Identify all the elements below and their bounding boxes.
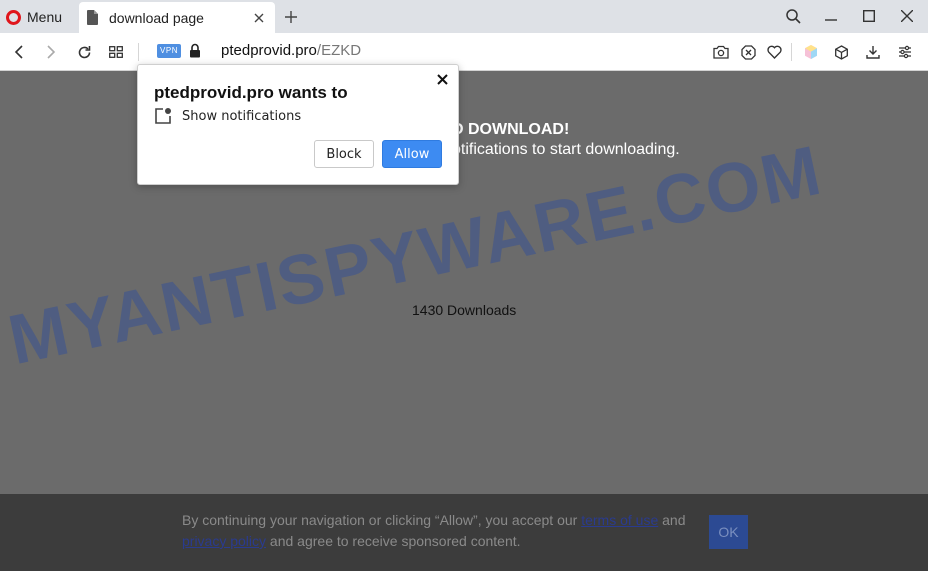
download-icon[interactable]: [862, 41, 884, 63]
url-path: /EZKD: [316, 42, 362, 59]
new-tab-button[interactable]: [280, 6, 302, 28]
ok-button[interactable]: OK: [709, 515, 748, 549]
document-icon: [87, 10, 103, 26]
reload-icon[interactable]: [73, 41, 95, 63]
toolbar-divider: [791, 43, 792, 61]
tabs-grid-icon[interactable]: [105, 41, 127, 63]
permission-row: Show notifications: [154, 107, 301, 125]
terms-of-use-link[interactable]: terms of use: [581, 512, 658, 528]
close-icon[interactable]: [434, 71, 450, 87]
tab-strip: Menu download page: [0, 0, 928, 33]
tab-title: download page: [109, 9, 204, 26]
consent-text: By continuing your navigation or clickin…: [182, 510, 702, 552]
notification-permission-dialog: ptedprovid.pro wants to Show notificatio…: [137, 64, 459, 185]
maximize-icon[interactable]: [856, 5, 882, 27]
permission-label: Show notifications: [182, 108, 302, 124]
menu-label: Menu: [27, 9, 63, 25]
consent-text-part: By continuing your navigation or clickin…: [182, 512, 582, 528]
extension-cube-icon[interactable]: [800, 41, 822, 63]
opera-logo-icon: [6, 9, 21, 25]
download-headline: D DOWNLOAD!: [452, 121, 570, 138]
minimize-icon[interactable]: [818, 5, 844, 27]
dialog-title: ptedprovid.pro wants to: [154, 83, 348, 102]
privacy-policy-link[interactable]: privacy policy: [182, 533, 266, 549]
close-window-icon[interactable]: [894, 5, 920, 27]
bookmark-heart-icon[interactable]: [763, 41, 785, 63]
url-host: ptedprovid.pro: [221, 42, 317, 59]
download-counter: 1430 Downloads: [412, 302, 517, 318]
notification-bell-icon: [154, 107, 172, 125]
vpn-badge[interactable]: VPN: [157, 44, 181, 58]
forward-icon[interactable]: [40, 41, 62, 63]
address-field[interactable]: ptedprovid.pro/EZKD: [221, 42, 361, 59]
lock-icon[interactable]: [189, 43, 203, 59]
opera-menu-button[interactable]: Menu: [6, 6, 62, 28]
easy-setup-sliders-icon[interactable]: [894, 41, 916, 63]
consent-text-part: and agree to receive sponsored content.: [266, 533, 521, 549]
block-button[interactable]: Block: [314, 140, 374, 168]
search-tabs-icon[interactable]: [780, 5, 806, 27]
tab-download-page[interactable]: download page: [79, 2, 275, 33]
snapshot-camera-icon[interactable]: [710, 41, 732, 63]
tab-close-icon[interactable]: [249, 8, 269, 28]
back-icon[interactable]: [8, 41, 30, 63]
consent-text-part: and: [658, 512, 686, 528]
ad-block-icon[interactable]: [737, 41, 759, 63]
toolbar-divider: [138, 43, 139, 61]
consent-footer: By continuing your navigation or clickin…: [0, 494, 928, 571]
crypto-wallet-cube-icon[interactable]: [830, 41, 852, 63]
download-instruction: otifications to start downloading.: [452, 141, 680, 158]
allow-button[interactable]: Allow: [382, 140, 442, 168]
